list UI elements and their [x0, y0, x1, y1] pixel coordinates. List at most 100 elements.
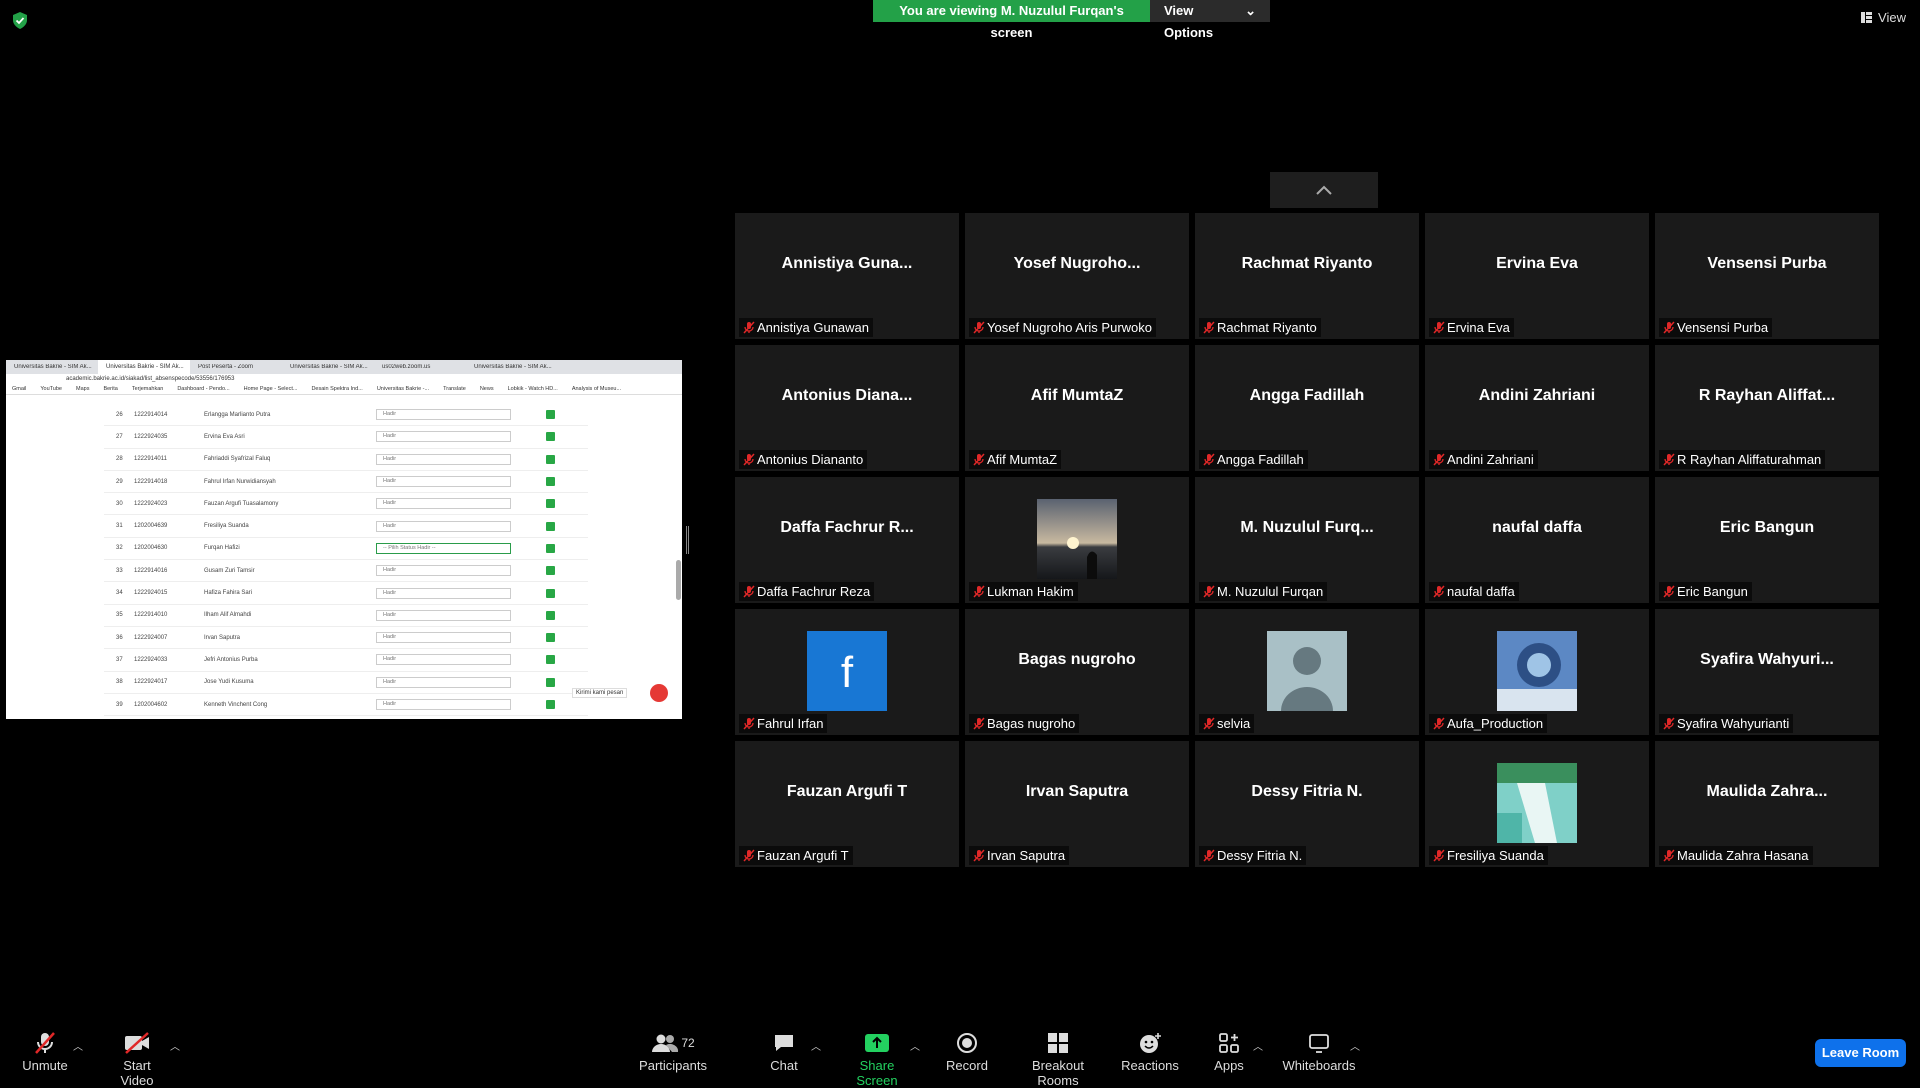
attendance-status-select[interactable]: Hadir	[376, 453, 511, 465]
browser-tab[interactable]: Universitas Bakrie - SIM Ak...	[98, 360, 190, 374]
share-resize-handle[interactable]	[686, 526, 689, 554]
participant-tile[interactable]: Syafira Wahyuri... Syafira Wahyurianti	[1655, 609, 1879, 735]
reactions-button[interactable]: Reactions	[1121, 1030, 1179, 1073]
unmute-button[interactable]: Unmute	[20, 1030, 70, 1073]
save-status-icon[interactable]	[546, 566, 555, 576]
attendance-status-select[interactable]: Hadir	[376, 609, 511, 621]
bookmark-item[interactable]: Dashboard - Pendo...	[177, 386, 229, 392]
participant-display-name: Maulida Zahra...	[1706, 783, 1828, 800]
participant-tile[interactable]: Angga Fadillah Angga Fadillah	[1195, 345, 1419, 471]
whiteboards-button[interactable]: Whiteboards	[1282, 1030, 1356, 1073]
apps-button[interactable]: Apps	[1214, 1030, 1244, 1073]
save-status-icon[interactable]	[546, 454, 555, 464]
attendance-status-select[interactable]: Hadir	[376, 431, 511, 443]
participant-tile[interactable]: Bagas nugroho Bagas nugroho	[965, 609, 1189, 735]
attendance-status-select[interactable]: Hadir	[376, 565, 511, 577]
save-status-icon[interactable]	[546, 700, 555, 709]
audio-options-caret[interactable]: ︿	[73, 1038, 83, 1053]
save-status-icon[interactable]	[546, 477, 555, 487]
save-status-icon[interactable]	[546, 633, 555, 643]
muted-mic-icon	[1663, 717, 1675, 733]
attendance-status-select[interactable]: -- Pilih Status Hadir --	[376, 542, 511, 554]
bookmark-item[interactable]: Analysis of Museu...	[572, 386, 621, 392]
participant-tile[interactable]: Rachmat Riyanto Rachmat Riyanto	[1195, 213, 1419, 339]
attendance-status-select[interactable]: Hadir	[376, 476, 511, 488]
attendance-status-select[interactable]: Hadir	[376, 699, 511, 710]
attendance-status-select[interactable]: Hadir	[376, 676, 511, 688]
participant-tile[interactable]: f Fahrul Irfan	[735, 609, 959, 735]
browser-tab[interactable]: Universitas Bakrie - SIM Ak...	[466, 364, 558, 370]
bookmarks-bar: Gmail YouTube Maps Berita Terjemahkan Dashboa…	[6, 384, 682, 395]
participant-tile[interactable]: Annistiya Guna... Annistiya Gunawan	[735, 213, 959, 339]
view-options-button[interactable]: View Options ⌄	[1150, 0, 1270, 40]
muted-mic-icon	[973, 717, 985, 733]
participant-tile[interactable]: Vensensi Purba Vensensi Purba	[1655, 213, 1879, 339]
save-status-icon[interactable]	[546, 499, 555, 509]
bookmark-item[interactable]: Maps	[76, 386, 89, 392]
leave-room-button[interactable]: Leave Room	[1815, 1039, 1906, 1067]
whiteboards-options-caret[interactable]: ︿	[1350, 1038, 1360, 1053]
attendance-status-select[interactable]: Hadir	[376, 587, 511, 599]
save-status-icon[interactable]	[546, 410, 555, 420]
chat-options-caret[interactable]: ︿	[811, 1038, 821, 1053]
participant-tile[interactable]: Dessy Fitria N. Dessy Fitria N.	[1195, 741, 1419, 867]
save-status-icon[interactable]	[546, 588, 555, 598]
bookmark-item[interactable]: Berita	[103, 386, 117, 392]
participant-tile[interactable]: Ervina Eva Ervina Eva	[1425, 213, 1649, 339]
participant-tile[interactable]: Fauzan Argufi T Fauzan Argufi T	[735, 741, 959, 867]
save-status-icon[interactable]	[546, 677, 555, 687]
bookmark-item[interactable]: Gmail	[12, 386, 26, 392]
whiteboards-label: Whiteboards	[1282, 1058, 1356, 1073]
attendance-status-select[interactable]: Hadir	[376, 498, 511, 510]
chat-button[interactable]: Chat	[764, 1030, 804, 1073]
save-status-icon[interactable]	[546, 610, 555, 620]
attendance-status-select[interactable]: Hadir	[376, 520, 511, 532]
security-shield-icon[interactable]	[12, 12, 28, 29]
bookmark-item[interactable]: Lobkik - Watch HD...	[508, 386, 558, 392]
bookmark-item[interactable]: YouTube	[40, 386, 62, 392]
start-video-button[interactable]: Start Video	[106, 1030, 168, 1088]
participant-name-tag: Fahrul Irfan	[739, 714, 828, 733]
save-status-icon[interactable]	[546, 655, 555, 665]
participant-tile[interactable]: M. Nuzulul Furq... M. Nuzulul Furqan	[1195, 477, 1419, 603]
save-status-icon[interactable]	[546, 543, 555, 553]
participant-tile[interactable]: Eric Bangun Eric Bangun	[1655, 477, 1879, 603]
browser-tab[interactable]: Universitas Bakrie - SIM Ak...	[6, 364, 98, 370]
browser-tab[interactable]: Post Peserta - Zoom	[190, 364, 282, 370]
browser-tab[interactable]: Universitas Bakrie - SIM Ak...	[282, 364, 374, 370]
participant-tile[interactable]: Fresiliya Suanda	[1425, 741, 1649, 867]
record-button[interactable]: Record	[944, 1030, 990, 1073]
participant-tile[interactable]: Maulida Zahra... Maulida Zahra Hasana	[1655, 741, 1879, 867]
bookmark-item[interactable]: Terjemahkan	[132, 386, 164, 392]
bookmark-item[interactable]: Home Page - Select...	[244, 386, 298, 392]
collapse-gallery-button[interactable]	[1270, 172, 1378, 208]
attendance-status-select[interactable]: Hadir	[376, 632, 511, 644]
view-button[interactable]: View	[1861, 10, 1906, 25]
participant-tile[interactable]: Lukman Hakim	[965, 477, 1189, 603]
participant-tile[interactable]: Irvan Saputra Irvan Saputra	[965, 741, 1189, 867]
participant-tile[interactable]: Andini Zahriani Andini Zahriani	[1425, 345, 1649, 471]
participant-tile[interactable]: Antonius Diana... Antonius Diananto	[735, 345, 959, 471]
participant-tile[interactable]: R Rayhan Aliffat... R Rayhan Aliffaturahm…	[1655, 345, 1879, 471]
participant-tile[interactable]: selvia	[1195, 609, 1419, 735]
browser-tab[interactable]: us02web.zoom.us	[374, 364, 466, 370]
attendance-status-select[interactable]: Hadir	[376, 409, 511, 421]
participants-button[interactable]: 72 Participants	[639, 1030, 707, 1073]
participant-tile[interactable]: Aufa_Production	[1425, 609, 1649, 735]
attendance-status-select[interactable]: Hadir	[376, 654, 511, 666]
share-screen-button[interactable]: Share Screen	[840, 1030, 914, 1088]
video-options-caret[interactable]: ︿	[170, 1038, 180, 1053]
participant-tile[interactable]: Afif MumtaZ Afif MumtaZ	[965, 345, 1189, 471]
apps-options-caret[interactable]: ︿	[1253, 1038, 1263, 1053]
breakout-rooms-button[interactable]: Breakout Rooms	[1012, 1030, 1104, 1088]
save-status-icon[interactable]	[546, 432, 555, 442]
bookmark-item[interactable]: Translate	[443, 386, 466, 392]
participant-tile[interactable]: Yosef Nugroho... Yosef Nugroho Aris Purwo…	[965, 213, 1189, 339]
bookmark-item[interactable]: Desain Spektra Ind...	[311, 386, 362, 392]
bookmark-item[interactable]: News	[480, 386, 494, 392]
bookmark-item[interactable]: Universitas Bakrie -...	[377, 386, 429, 392]
participant-tile[interactable]: naufal daffa naufal daffa	[1425, 477, 1649, 603]
participant-tile[interactable]: Daffa Fachrur R... Daffa Fachrur Reza	[735, 477, 959, 603]
save-status-icon[interactable]	[546, 521, 555, 531]
share-options-caret[interactable]: ︿	[910, 1038, 920, 1053]
